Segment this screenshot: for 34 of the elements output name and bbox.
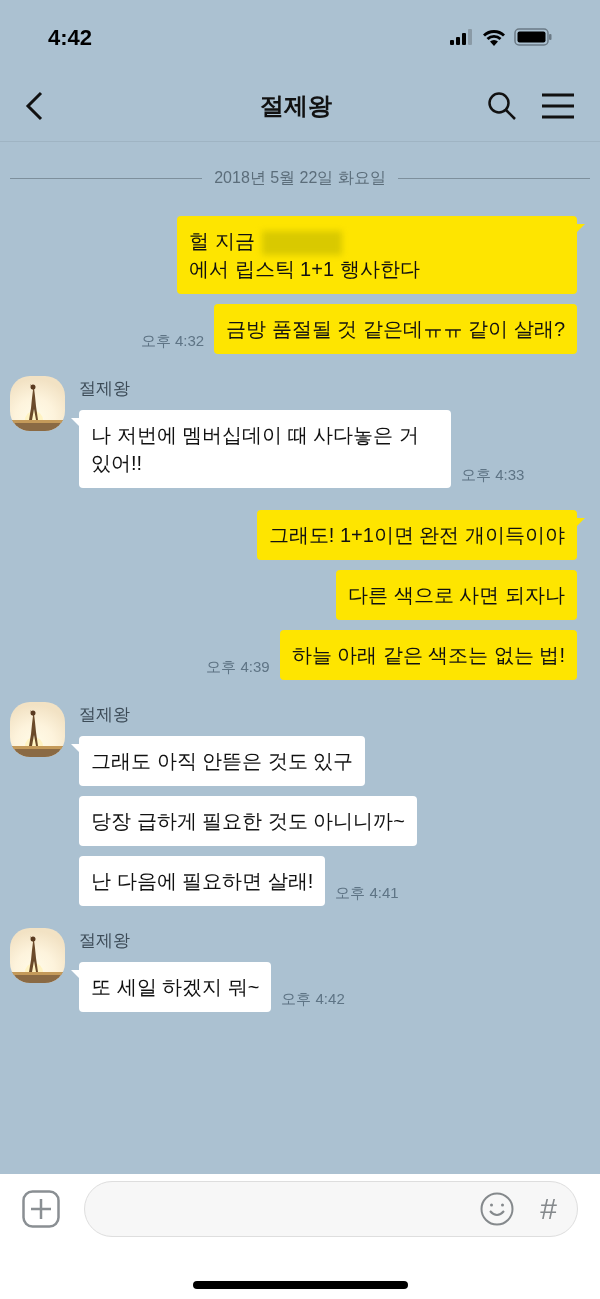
sender-name: 절제왕 (79, 378, 131, 400)
sender-name: 절제왕 (79, 930, 131, 952)
menu-icon (542, 92, 574, 119)
status-time: 4:42 (48, 23, 93, 52)
battery-icon (514, 28, 552, 46)
message-time: 오후 4:32 (140, 330, 205, 351)
message-text: 행사한다 (339, 258, 420, 280)
message-text: 헐 지금 (189, 230, 256, 252)
message-text: 다른 색으로 사면 되자나 (348, 584, 565, 606)
hashtag-button[interactable]: # (540, 1194, 557, 1224)
message-text: 하늘 아래 같은 색조는 없는 법! (291, 644, 565, 666)
message-text: 그래도 아직 안뜯은 것도 있구 (91, 750, 354, 772)
message-time: 오후 4:42 (281, 988, 345, 1009)
add-button[interactable] (22, 1190, 60, 1228)
message-text: 에서 립스틱 1+1 (189, 258, 336, 280)
signal-icon (450, 29, 474, 45)
message-time: 오후 4:33 (461, 464, 525, 485)
plus-icon (22, 1190, 60, 1228)
message-text: 또 세일 하겠지 뭐~ (91, 976, 260, 998)
message-text: 그래도! 1+1이면 완전 개이득이야 (268, 524, 565, 546)
message-text: 당장 급하게 필요한 것도 아니니까~ (91, 810, 405, 832)
message-text: 금방 품절될 것 같은데ㅠㅠ 같이 살래? (226, 318, 565, 340)
message-input[interactable]: # (84, 1181, 578, 1237)
message-time: 오후 4:39 (206, 656, 270, 677)
sender-name: 절제왕 (79, 704, 131, 726)
back-icon (24, 90, 44, 121)
wifi-icon (482, 28, 506, 46)
message-time: 오후 4:41 (335, 882, 399, 903)
emoji-icon[interactable] (480, 1192, 515, 1226)
date-divider: 2018년 5월 22일 화요일 (214, 168, 386, 188)
message-text: 나 저번에 멤버십데이 때 사다놓은 거 있어!! (91, 424, 419, 474)
message-text: 난 다음에 필요하면 살래! (91, 870, 314, 892)
chat-title: 절제왕 (260, 90, 332, 121)
search-icon (487, 90, 517, 121)
